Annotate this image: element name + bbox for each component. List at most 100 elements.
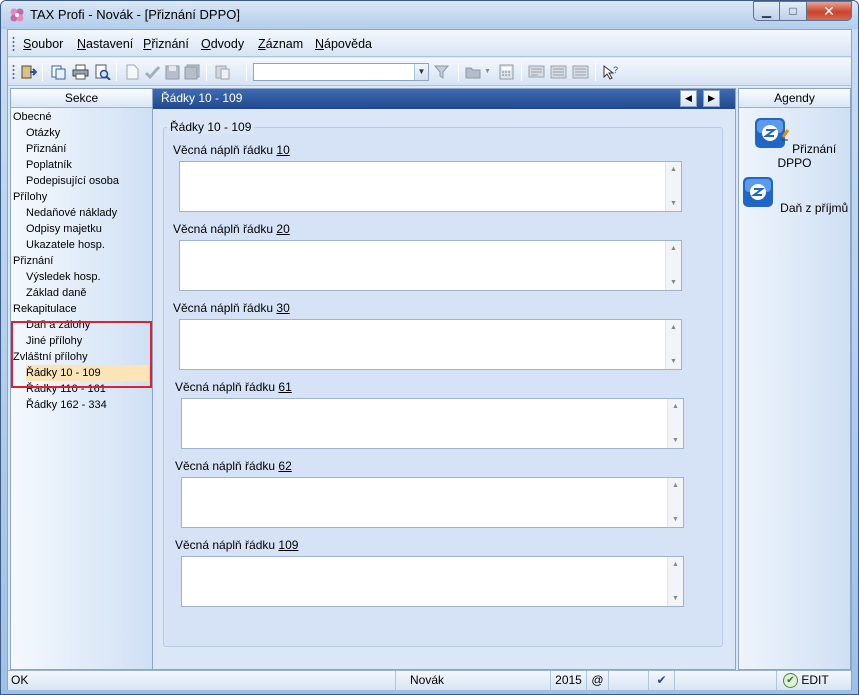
highlight-box [11, 321, 152, 388]
menu-soubor[interactable]: Soubor [23, 37, 63, 51]
status-text: OK [8, 671, 396, 690]
toolbar-separator [595, 63, 596, 81]
toolbar-combo[interactable]: ▼ [253, 63, 429, 81]
field-label: Věcná náplň řádku 20 [173, 222, 290, 236]
scroll-down-icon[interactable]: ▼ [672, 595, 679, 602]
tree-item[interactable]: Přílohy [13, 189, 47, 205]
status-empty [675, 671, 777, 690]
save-all-icon[interactable] [184, 64, 201, 80]
tree-item[interactable]: Nedaňové náklady [26, 205, 117, 221]
textarea-scrollbar[interactable]: ▲ ▼ [665, 162, 681, 211]
scroll-down-icon[interactable]: ▼ [672, 516, 679, 523]
field-label: Věcná náplň řádku 62 [175, 459, 292, 473]
textarea-scrollbar[interactable]: ▲ ▼ [667, 557, 683, 606]
confirm-icon[interactable] [144, 64, 161, 80]
paste-icon[interactable] [214, 64, 231, 80]
new-document-icon[interactable] [124, 64, 141, 80]
status-user: Novák [396, 671, 551, 690]
print-icon[interactable] [72, 64, 89, 80]
textarea-scrollbar[interactable]: ▲ ▼ [667, 399, 683, 448]
tree-item[interactable]: Poplatník [26, 157, 72, 173]
svg-text:?: ? [613, 65, 618, 75]
scroll-up-icon[interactable]: ▲ [672, 403, 679, 410]
dan-icon [742, 177, 773, 207]
print-preview-icon[interactable] [94, 64, 111, 80]
tree-item[interactable]: Přiznání [26, 141, 66, 157]
folder-icon[interactable] [465, 64, 482, 80]
tree-item[interactable]: Základ daně [26, 285, 87, 301]
scroll-up-icon[interactable]: ▲ [670, 166, 677, 173]
field-label: Věcná náplň řádku 61 [175, 380, 292, 394]
tree-item[interactable]: Přiznání [13, 253, 53, 269]
next-page-button[interactable]: ▶ [703, 90, 720, 107]
agendas-header: Agendy [739, 89, 850, 108]
scroll-up-icon[interactable]: ▲ [672, 482, 679, 489]
menubar-grip[interactable] [12, 36, 15, 51]
scroll-up-icon[interactable]: ▲ [672, 561, 679, 568]
field-label: Věcná náplň řádku 109 [175, 538, 299, 552]
client-area: Soubor Nastavení Přiznání Odvody Záznam … [7, 29, 852, 690]
scroll-up-icon[interactable]: ▲ [670, 324, 677, 331]
field-label: Věcná náplň řádku 30 [173, 301, 290, 315]
textarea-scrollbar[interactable]: ▲ ▼ [665, 241, 681, 290]
field-textarea[interactable]: ▲ ▼ [181, 556, 684, 607]
menu-priznani[interactable]: Přiznání [143, 37, 189, 51]
toolbar: ▼ ▼ ? [8, 58, 851, 86]
tree-item[interactable]: Obecné [13, 109, 52, 125]
textarea-scrollbar[interactable]: ▲ ▼ [665, 320, 681, 369]
menu-bar: Soubor Nastavení Přiznání Odvody Záznam … [8, 30, 851, 57]
scroll-down-icon[interactable]: ▼ [672, 437, 679, 444]
save-icon[interactable] [164, 64, 181, 80]
maximize-button[interactable]: □ [780, 1, 807, 21]
close-button[interactable]: ✕ [807, 1, 852, 21]
notes-icon[interactable] [572, 64, 589, 80]
help-pointer-icon[interactable]: ? [602, 64, 619, 80]
agenda-dan-z-prijmu[interactable]: Daň z příjmů [739, 176, 850, 215]
menu-odvody[interactable]: Odvody [201, 37, 244, 51]
chevron-down-icon[interactable]: ▼ [414, 64, 428, 80]
prev-page-button[interactable]: ◀ [680, 90, 697, 107]
app-window: TAX Profi - Novák - [Přiznání DPPO] ▁ □ … [0, 0, 859, 695]
status-check-cell: ✔ [649, 671, 675, 690]
toolbar-separator [116, 63, 117, 81]
ok-check-icon: ✔ [783, 673, 798, 689]
scroll-down-icon[interactable]: ▼ [670, 279, 677, 286]
tree-item[interactable]: Výsledek hosp. [26, 269, 101, 285]
title-bar[interactable]: TAX Profi - Novák - [Přiznání DPPO] ▁ □ … [1, 1, 858, 29]
main-panel: Řádky 10 - 109 ◀ ▶ Řádky 10 - 109 Věcná … [152, 88, 736, 670]
tree-item[interactable]: Otázky [26, 125, 60, 141]
textarea-scrollbar[interactable]: ▲ ▼ [667, 478, 683, 527]
minimize-button[interactable]: ▁ [753, 1, 780, 21]
spellcheck-icon: ✔ [656, 673, 667, 687]
menu-nastaveni[interactable]: Nastavení [77, 37, 133, 51]
tree-item[interactable]: Řádky 162 - 334 [26, 397, 107, 413]
tree-item[interactable]: Podepisující osoba [26, 173, 119, 189]
comment-icon[interactable] [528, 64, 545, 80]
toolbar-separator [521, 63, 522, 81]
sections-header: Sekce [11, 89, 152, 108]
list-icon[interactable] [550, 64, 567, 80]
field-textarea[interactable]: ▲ ▼ [179, 240, 682, 291]
scroll-up-icon[interactable]: ▲ [670, 245, 677, 252]
group-title: Řádky 10 - 109 [167, 120, 255, 134]
field-textarea[interactable]: ▲ ▼ [179, 161, 682, 212]
tree-item[interactable]: Ukazatele hosp. [26, 237, 105, 253]
exit-icon[interactable] [20, 64, 37, 80]
agenda-priznani-dppo[interactable]: Přiznání DPPO [739, 117, 850, 170]
menu-zaznam[interactable]: Záznam [258, 37, 303, 51]
filter-icon[interactable] [434, 64, 451, 80]
tree-item[interactable]: Rekapitulace [13, 301, 77, 317]
field-textarea[interactable]: ▲ ▼ [179, 319, 682, 370]
menu-napoveda[interactable]: Nápověda [315, 37, 372, 51]
calculator-icon[interactable] [498, 64, 515, 80]
copy-document-icon[interactable] [50, 64, 67, 80]
tree-item[interactable]: Odpisy majetku [26, 221, 102, 237]
agendas-panel: Agendy Přiznání DPPO Daň z příjmů [738, 88, 851, 670]
field-label: Věcná náplň řádku 10 [173, 143, 290, 157]
field-textarea[interactable]: ▲ ▼ [181, 477, 684, 528]
toolbar-grip[interactable] [12, 64, 15, 79]
scroll-down-icon[interactable]: ▼ [670, 200, 677, 207]
scroll-down-icon[interactable]: ▼ [670, 358, 677, 365]
sections-panel: Sekce Obecné Otázky Přiznání Poplatník Podep… [10, 88, 153, 670]
field-textarea[interactable]: ▲ ▼ [181, 398, 684, 449]
